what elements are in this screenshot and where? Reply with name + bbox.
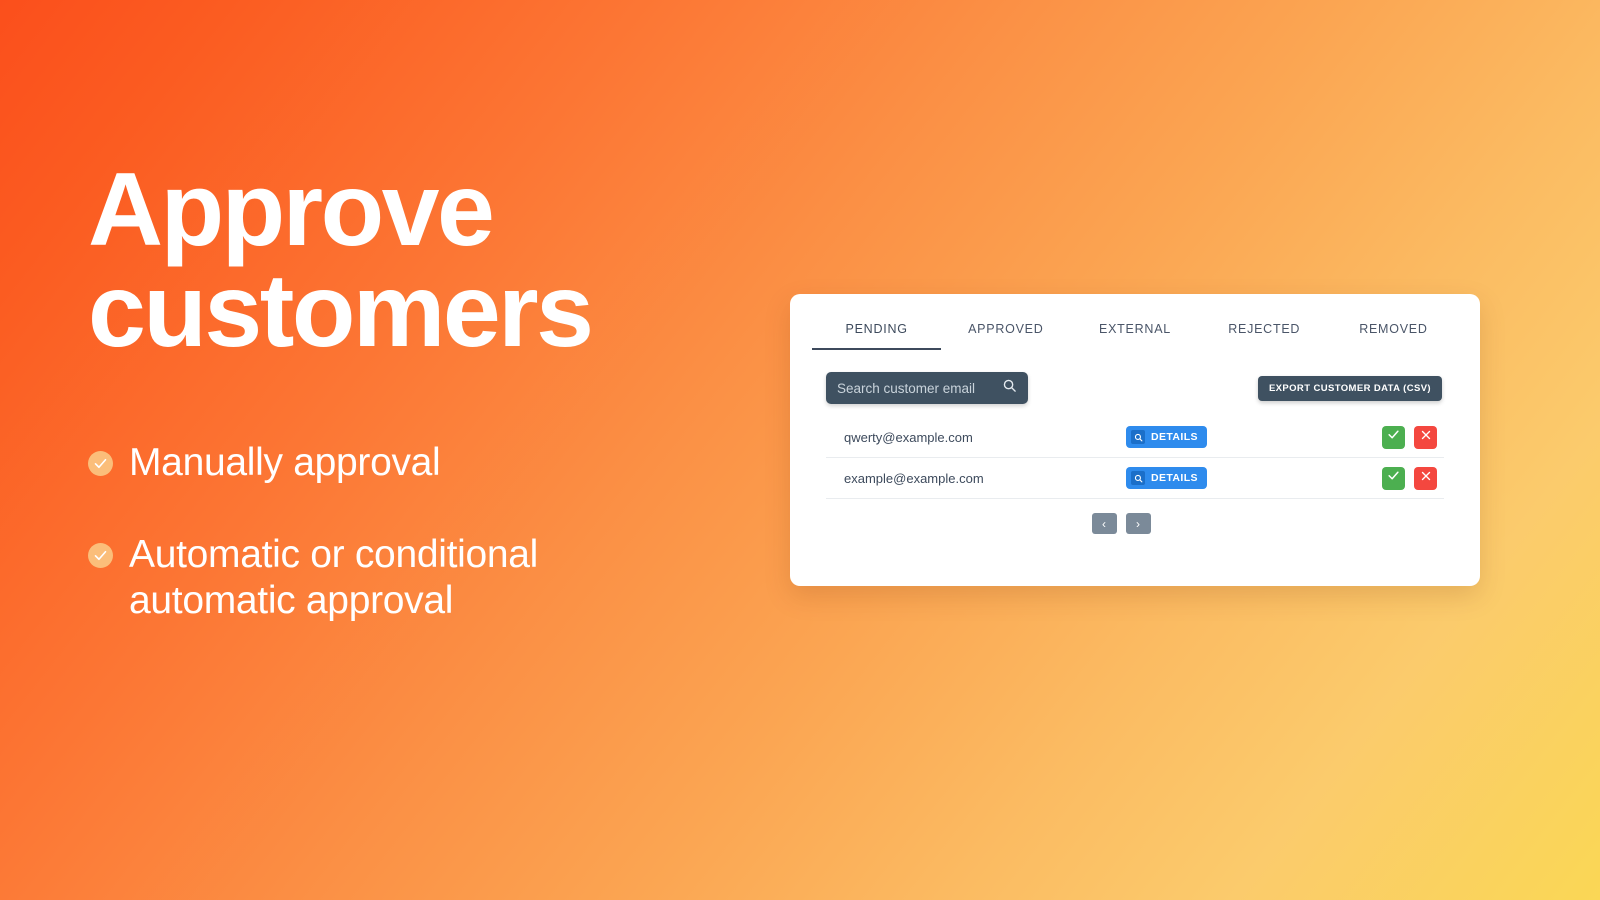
magnifier-icon: [1131, 430, 1145, 444]
customers-card: PENDING APPROVED EXTERNAL REJECTED REMOV…: [790, 294, 1480, 586]
export-customer-data-button[interactable]: EXPORT CUSTOMER DATA (CSV): [1257, 375, 1442, 401]
list-item-label: Manually approval: [129, 440, 441, 484]
search-input[interactable]: Search customer email: [826, 372, 1028, 404]
customer-email: example@example.com: [844, 470, 984, 486]
customer-table: qwerty@example.com DETAILS example@examp…: [790, 417, 1480, 499]
customer-email: qwerty@example.com: [844, 429, 973, 445]
cross-icon: [1420, 428, 1432, 446]
reject-button[interactable]: [1414, 466, 1437, 490]
tab-external[interactable]: EXTERNAL: [1070, 322, 1199, 350]
table-row: qwerty@example.com DETAILS: [826, 417, 1444, 458]
check-icon: [1387, 469, 1400, 487]
approve-button[interactable]: [1382, 425, 1405, 449]
list-item-label: Automatic or conditional automatic appro…: [129, 532, 539, 622]
row-actions: [1246, 466, 1444, 490]
cross-icon: [1420, 469, 1432, 487]
details-button-label: DETAILS: [1151, 472, 1198, 484]
search-placeholder: Search customer email: [837, 380, 976, 396]
tab-rejected[interactable]: REJECTED: [1200, 322, 1329, 350]
page-title: Approve customers: [88, 152, 594, 369]
details-button[interactable]: DETAILS: [1126, 426, 1207, 448]
pagination: ‹ ›: [790, 513, 1480, 534]
tab-pending[interactable]: PENDING: [812, 322, 942, 350]
check-icon: [1387, 428, 1400, 446]
list-item: Manually approval: [88, 440, 708, 486]
tab-approved[interactable]: APPROVED: [941, 322, 1070, 350]
magnifier-icon: [1131, 471, 1145, 485]
row-actions: [1246, 425, 1444, 449]
check-circle-icon: [88, 542, 113, 568]
reject-button[interactable]: [1414, 425, 1437, 449]
tab-bar: PENDING APPROVED EXTERNAL REJECTED REMOV…: [790, 322, 1480, 350]
hero-panel: Approve customers Manually approval Auto…: [88, 152, 708, 670]
details-cell: DETAILS: [1126, 426, 1246, 448]
table-row: example@example.com DETAILS: [826, 458, 1444, 499]
search-icon[interactable]: [1002, 378, 1017, 398]
list-item: Automatic or conditional automatic appro…: [88, 532, 708, 624]
card-toolbar: Search customer email EXPORT CUSTOMER DA…: [790, 350, 1480, 404]
next-page-button[interactable]: ›: [1125, 513, 1151, 534]
details-cell: DETAILS: [1126, 467, 1246, 489]
check-circle-icon: [88, 450, 113, 476]
details-button[interactable]: DETAILS: [1126, 467, 1207, 489]
feature-list: Manually approval Automatic or condition…: [88, 440, 708, 624]
approve-button[interactable]: [1382, 466, 1405, 490]
details-button-label: DETAILS: [1151, 431, 1198, 443]
prev-page-button[interactable]: ‹: [1091, 513, 1117, 534]
tab-removed[interactable]: REMOVED: [1329, 322, 1458, 350]
